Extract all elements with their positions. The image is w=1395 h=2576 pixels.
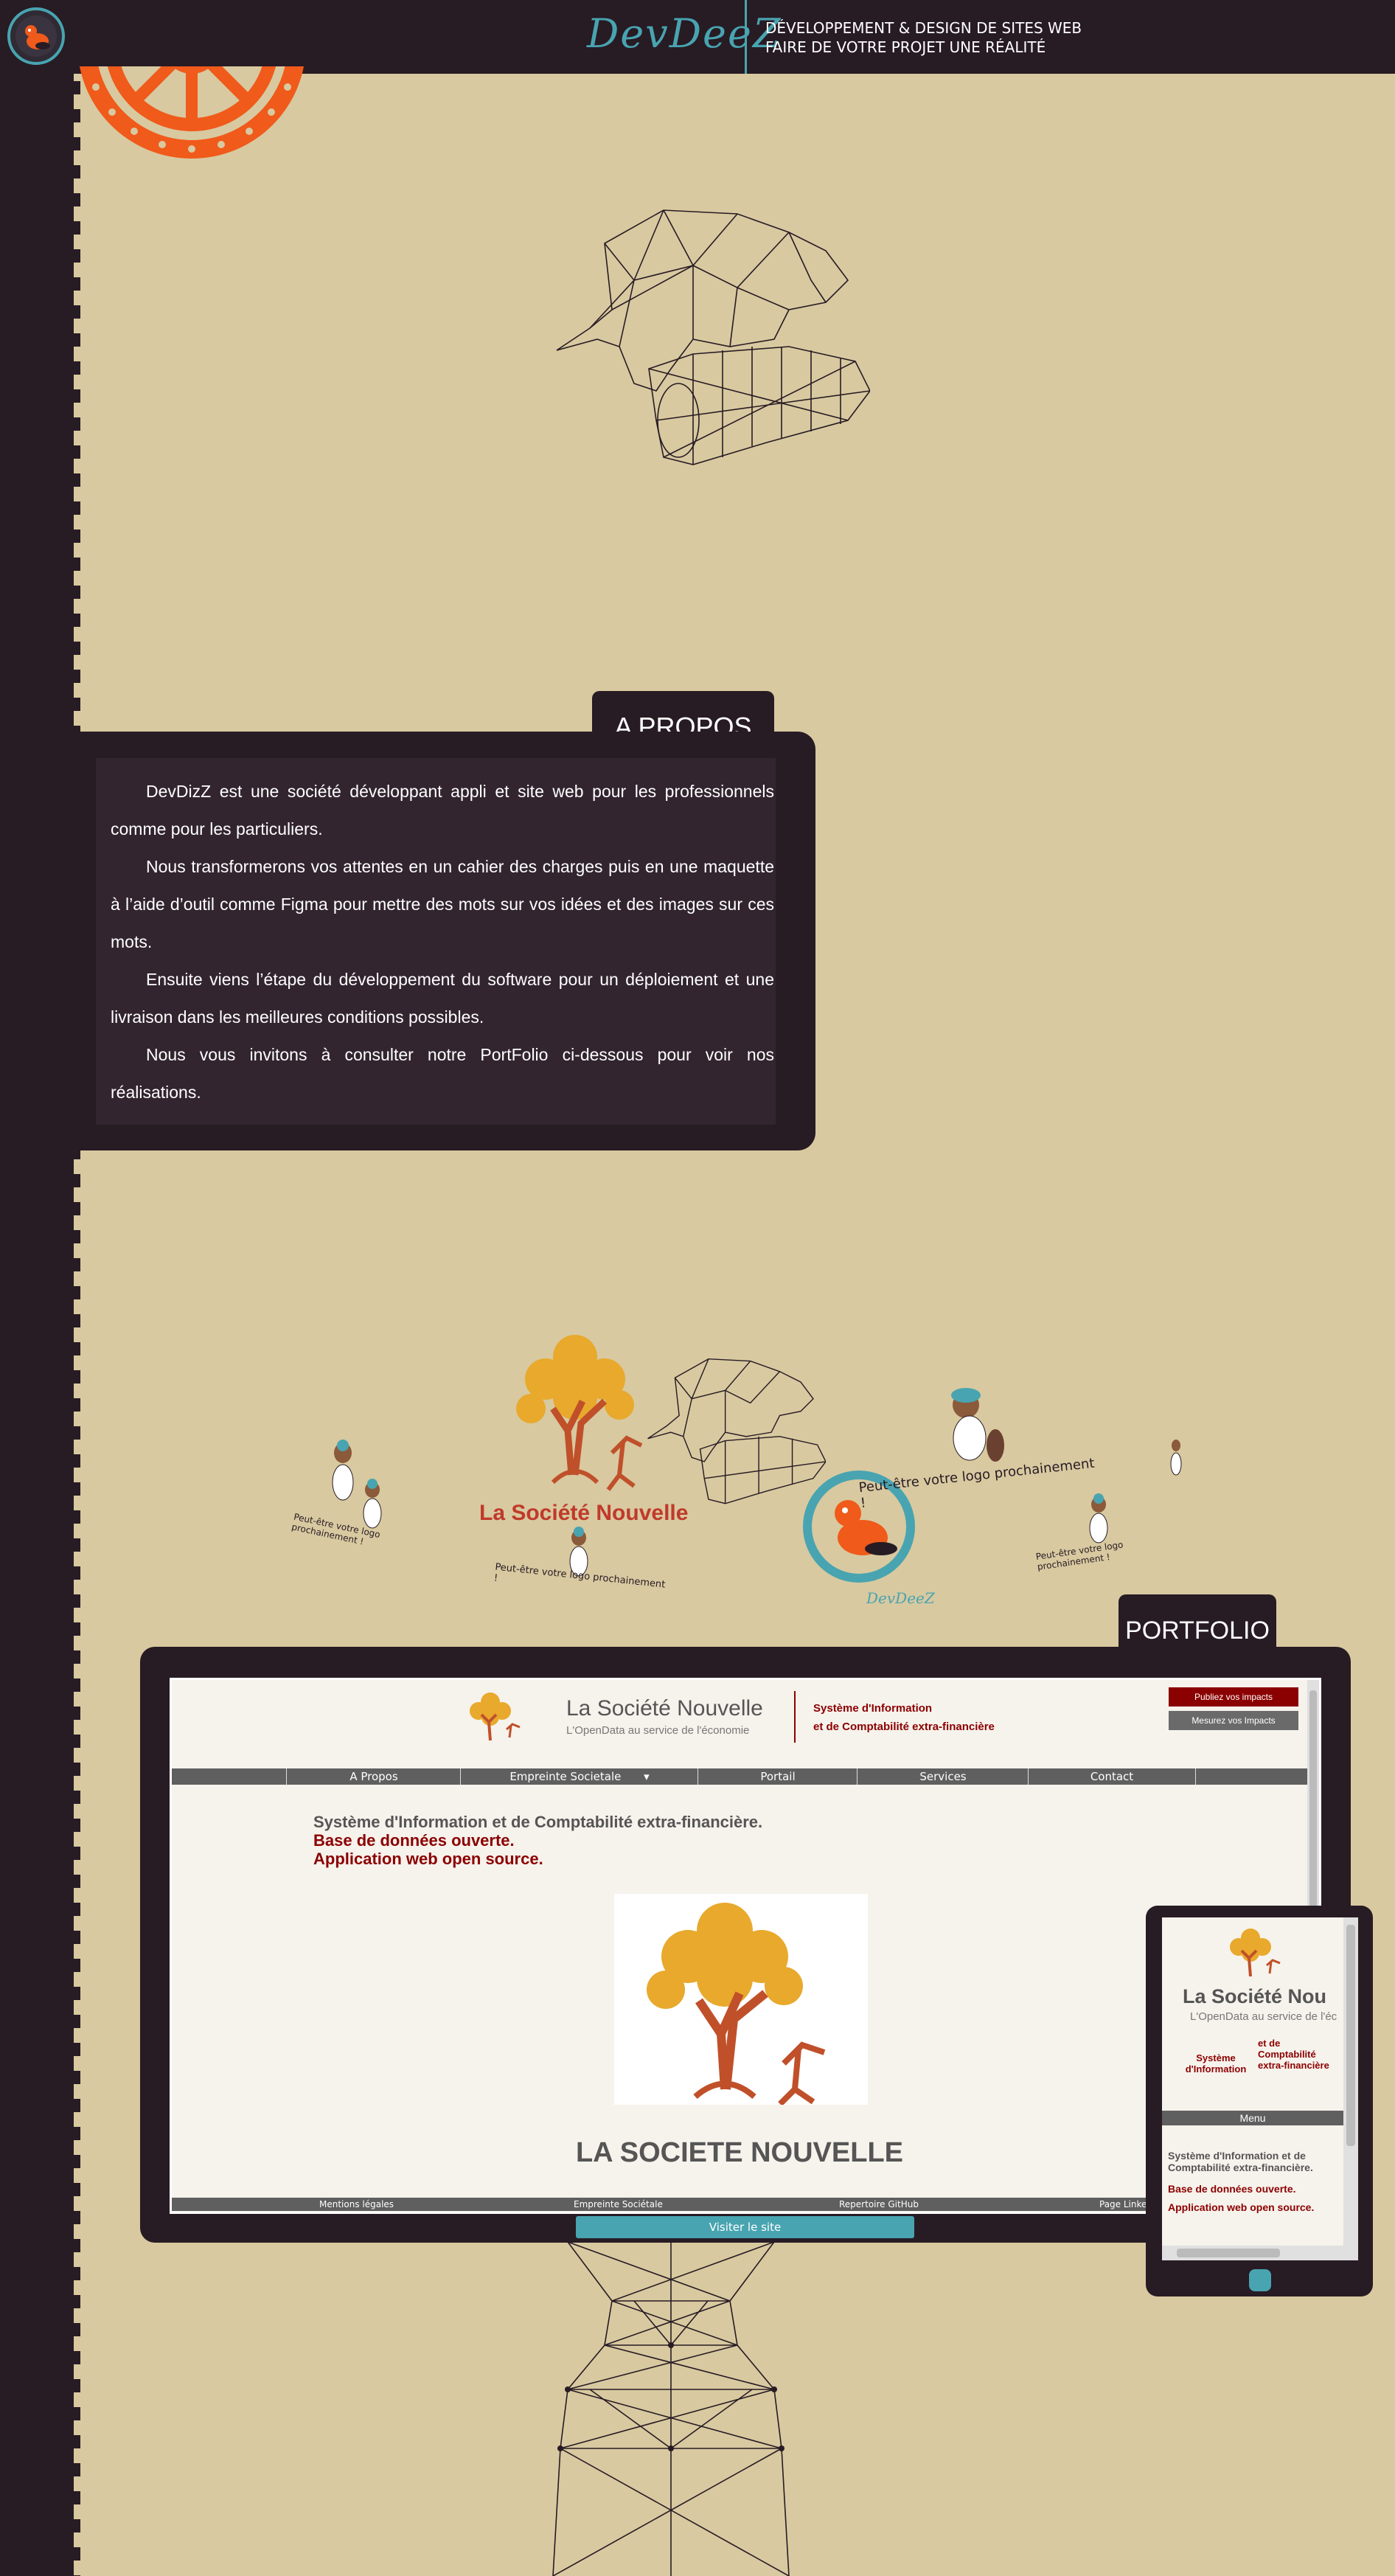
publish-impacts-button[interactable]: Publiez vos impacts	[1169, 1687, 1298, 1707]
site-header-divider	[794, 1691, 796, 1743]
hero-line-3: Application web open source.	[313, 1850, 543, 1868]
tablet-horizontal-scrollbar[interactable]	[1162, 2246, 1358, 2260]
site-header-red-1: Système d'Information	[813, 1702, 933, 1715]
nav-contact[interactable]: Contact	[1028, 1768, 1196, 1785]
tree-logo-icon	[647, 1903, 826, 2106]
left-rail	[0, 0, 74, 2576]
brand-logo[interactable]: DevDeeZ	[587, 10, 782, 57]
header-tagline-2: FAIRE DE VOTRE PROJET UNE RÉALITÉ	[765, 38, 1046, 56]
tablet-left-col: Système d'Information	[1185, 2052, 1247, 2075]
header-divider	[745, 0, 747, 74]
visit-site-button[interactable]: Visiter le site	[576, 2216, 914, 2238]
nav-empreinte-societale[interactable]: Empreinte Societale ▾	[460, 1768, 698, 1785]
tablet-hero-line-3: Application web open source.	[1168, 2201, 1315, 2213]
about-paragraph: Ensuite viens l’étape du développement d…	[111, 970, 774, 1027]
tablet-site-name: La Société Nou	[1183, 1985, 1327, 2007]
footer-mentions-legales[interactable]: Mentions légales	[319, 2198, 394, 2211]
tablet-hero-line-2: Base de données ouverte.	[1168, 2183, 1296, 2195]
about-text: DevDizZ est une société développant appl…	[111, 773, 774, 1111]
site-footer: Mentions légales Empreinte Sociétale Rep…	[172, 2198, 1307, 2211]
beaver-mascot-icon	[1170, 1440, 1182, 1476]
site-subtitle: L'OpenData au service de l'économie	[566, 1724, 750, 1737]
wireframe-stand-illustration	[552, 2242, 790, 2576]
nav-portail[interactable]: Portail	[698, 1768, 857, 1785]
nav-empreinte-label: Empreinte Societale	[509, 1770, 622, 1783]
about-paragraph: Nous transformerons vos attentes en un c…	[111, 857, 774, 951]
measure-impacts-button[interactable]: Mesurez vos Impacts	[1169, 1711, 1298, 1730]
wireframe-beaver-illustration	[556, 209, 870, 465]
hero-image	[614, 1894, 868, 2106]
wireframe-beaver-illustration	[647, 1358, 826, 1504]
tree-logo-icon	[470, 1693, 521, 1741]
chevron-down-icon: ▾	[644, 1770, 650, 1783]
devdeez-logo-text: DevDeeZ	[866, 1589, 935, 1607]
tablet-hscroll-thumb[interactable]	[1177, 2249, 1280, 2257]
footer-empreinte-societale[interactable]: Empreinte Sociétale	[574, 2198, 663, 2211]
beaver-mascot-icon	[951, 1388, 1004, 1462]
hero-line-2: Base de données ouverte.	[313, 1831, 515, 1850]
site-navbar: A Propos Empreinte Societale ▾ Portail S…	[172, 1768, 1307, 1785]
tablet-menu-button[interactable]: Menu	[1162, 2111, 1343, 2125]
portfolio-title: PORTFOLIO	[1125, 1617, 1270, 1645]
tablet-scrollbar-thumb[interactable]	[1346, 1925, 1355, 2146]
gear-icon	[79, 66, 305, 159]
tablet-hero-line-1: Système d'Information et de Comptabilité…	[1168, 2150, 1313, 2173]
tablet-right-col: et de Comptabilité extra-financière	[1258, 2038, 1329, 2071]
site-name: La Société Nouvelle	[566, 1696, 763, 1721]
site-header-red-2: et de Comptabilité extra-financière	[813, 1721, 995, 1733]
tablet-home-button[interactable]	[1249, 2269, 1271, 2291]
nav-a-propos[interactable]: A Propos	[286, 1768, 461, 1785]
header-tagline-1: DÉVELOPPEMENT & DESIGN DE SITES WEB	[765, 19, 1082, 37]
tablet-site-preview[interactable]: La Société Nou L'OpenData au service de …	[1162, 1917, 1358, 2260]
beaver-icon	[15, 15, 57, 57]
nav-services[interactable]: Services	[857, 1768, 1029, 1785]
tablet-site-subtitle: L'OpenData au service de l'éc	[1190, 2010, 1337, 2023]
footer-github[interactable]: Repertoire GitHub	[839, 2198, 919, 2211]
home-logo-button[interactable]	[7, 7, 65, 65]
tablet-scrollbar[interactable]	[1343, 1917, 1358, 2246]
tree-logo-icon	[516, 1335, 643, 1491]
hero-line-1: Système d'Information et de Comptabilité…	[313, 1813, 763, 1831]
about-paragraph: DevDizZ est une société développant appl…	[111, 782, 774, 839]
about-paragraph: Nous vous invitons à consulter notre Por…	[111, 1045, 774, 1102]
logo-carousel[interactable]: Peut-être votre logo prochainement ! La …	[280, 1320, 1209, 1630]
rail-stripe	[74, 66, 80, 2576]
site-big-title: LA SOCIETE NOUVELLE	[575, 2137, 904, 2168]
tree-logo-icon	[1230, 1928, 1281, 1977]
